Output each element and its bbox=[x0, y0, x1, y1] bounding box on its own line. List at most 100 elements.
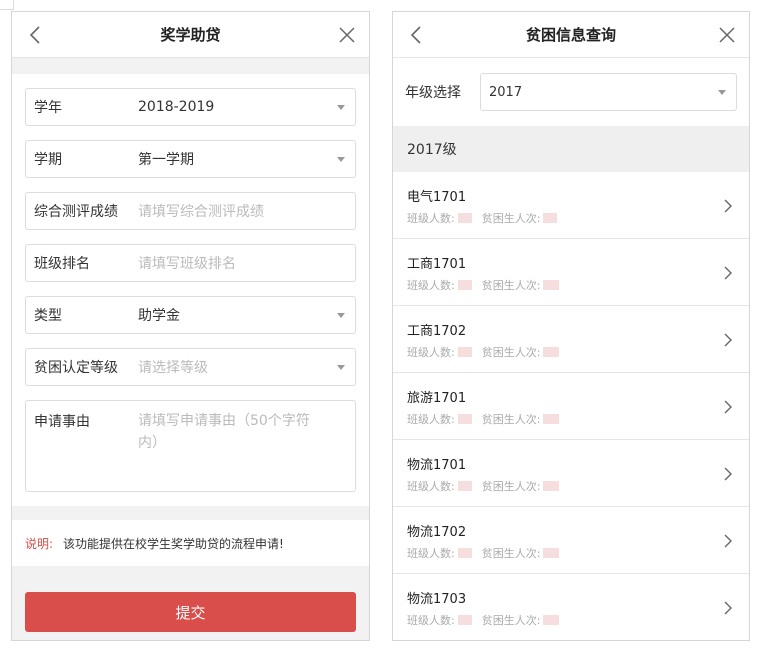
field-label: 班级排名 bbox=[34, 256, 90, 272]
class-name: 物流1701 bbox=[407, 458, 467, 473]
class-name: 工商1701 bbox=[407, 257, 467, 272]
close-icon[interactable] bbox=[717, 25, 737, 45]
class-meta: 班级人数: 贫困生人次: bbox=[407, 344, 749, 360]
grade-filter: 年级选择 2017 bbox=[393, 58, 749, 126]
class-count-label: 班级人数: bbox=[407, 212, 455, 225]
reason-textarea[interactable]: 申请事由 请填写申请事由（50个字符内） bbox=[25, 400, 356, 492]
list-item[interactable]: 旅游1701 班级人数: 贫困生人次: bbox=[393, 373, 749, 440]
poor-count-label: 贫困生人次: bbox=[481, 480, 541, 493]
redacted-value bbox=[457, 548, 472, 558]
type-select[interactable]: 类型 助学金 bbox=[25, 296, 356, 334]
chevron-down-icon bbox=[337, 313, 345, 318]
class-rank-input[interactable]: 班级排名 请填写班级排名 bbox=[25, 244, 356, 282]
list-item[interactable]: 工商1702 班级人数: 贫困生人次: bbox=[393, 306, 749, 373]
class-count-label: 班级人数: bbox=[407, 480, 455, 493]
submit-button[interactable]: 提交 bbox=[25, 592, 356, 632]
poor-count-label: 贫困生人次: bbox=[481, 614, 541, 627]
list-item[interactable]: 物流1701 班级人数: 贫困生人次: bbox=[393, 440, 749, 507]
class-count-label: 班级人数: bbox=[407, 614, 455, 627]
semester-select[interactable]: 学期 第一学期 bbox=[25, 140, 356, 178]
class-meta: 班级人数: 贫困生人次: bbox=[407, 612, 749, 628]
poor-count-label: 贫困生人次: bbox=[481, 346, 541, 359]
redacted-value bbox=[543, 481, 560, 491]
field-placeholder: 请填写班级排名 bbox=[138, 256, 236, 272]
grade-select[interactable]: 2017 bbox=[480, 73, 737, 111]
poverty-level-select[interactable]: 贫困认定等级 请选择等级 bbox=[25, 348, 356, 386]
poor-count-label: 贫困生人次: bbox=[481, 547, 541, 560]
field-label: 申请事由 bbox=[34, 414, 90, 430]
poor-count-label: 贫困生人次: bbox=[481, 212, 541, 225]
field-label: 综合测评成绩 bbox=[34, 204, 118, 220]
list-item[interactable]: 电气1701 班级人数: 贫困生人次: bbox=[393, 172, 749, 239]
chevron-right-icon bbox=[724, 266, 732, 280]
back-icon[interactable] bbox=[26, 25, 46, 45]
class-name: 物流1703 bbox=[407, 592, 467, 607]
nav-bar: 奖学助贷 bbox=[12, 12, 369, 58]
redacted-value bbox=[543, 280, 560, 290]
back-icon[interactable] bbox=[407, 25, 427, 45]
section-divider bbox=[12, 58, 369, 74]
field-label: 学期 bbox=[34, 152, 62, 168]
class-count-label: 班级人数: bbox=[407, 547, 455, 560]
chevron-down-icon bbox=[337, 365, 345, 370]
close-icon[interactable] bbox=[337, 25, 357, 45]
chevron-right-icon bbox=[724, 467, 732, 481]
chevron-down-icon bbox=[337, 105, 345, 110]
application-form: 学年 2018-2019 学期 第一学期 综合测评成绩 请填写综合测评成绩 班级… bbox=[12, 88, 369, 492]
class-meta: 班级人数: 贫困生人次: bbox=[407, 277, 749, 293]
nav-bar: 贫困信息查询 bbox=[393, 12, 749, 58]
section-divider bbox=[12, 506, 369, 520]
class-meta: 班级人数: 贫困生人次: bbox=[407, 411, 749, 427]
page-title: 奖学助贷 bbox=[160, 26, 221, 44]
class-meta: 班级人数: 贫困生人次: bbox=[407, 545, 749, 561]
page-title: 贫困信息查询 bbox=[525, 26, 616, 44]
field-value: 第一学期 bbox=[138, 152, 194, 168]
chevron-down-icon bbox=[337, 157, 345, 162]
redacted-value bbox=[543, 548, 560, 558]
footer-area: 提交 bbox=[12, 566, 369, 640]
chevron-down-icon bbox=[718, 90, 726, 95]
field-value: 2018-2019 bbox=[138, 99, 215, 115]
list-item[interactable]: 物流1702 班级人数: 贫困生人次: bbox=[393, 507, 749, 574]
poverty-query-screen: 贫困信息查询 年级选择 2017 2017级 电气1701 班级人数: 贫困生人… bbox=[392, 11, 750, 641]
class-count-label: 班级人数: bbox=[407, 346, 455, 359]
list-item[interactable]: 工商1701 班级人数: 贫困生人次: bbox=[393, 239, 749, 306]
class-name: 工商1702 bbox=[407, 324, 467, 339]
class-count-label: 班级人数: bbox=[407, 413, 455, 426]
redacted-value bbox=[543, 414, 560, 424]
field-label: 贫困认定等级 bbox=[34, 360, 118, 376]
chevron-right-icon bbox=[724, 534, 732, 548]
school-year-select[interactable]: 学年 2018-2019 bbox=[25, 88, 356, 126]
field-placeholder: 请填写综合测评成绩 bbox=[138, 204, 264, 220]
list-item[interactable]: 物流1703 班级人数: 贫困生人次: bbox=[393, 574, 749, 640]
redacted-value bbox=[457, 615, 472, 625]
poor-count-label: 贫困生人次: bbox=[481, 413, 541, 426]
class-meta: 班级人数: 贫困生人次: bbox=[407, 210, 749, 226]
grade-label: 年级选择 bbox=[405, 85, 461, 101]
chevron-right-icon bbox=[724, 333, 732, 347]
chevron-right-icon bbox=[724, 199, 732, 213]
notice-key: 说明: bbox=[25, 536, 54, 551]
field-placeholder: 请选择等级 bbox=[138, 360, 208, 376]
field-placeholder: 请填写申请事由（50个字符内） bbox=[138, 413, 310, 451]
field-value: 助学金 bbox=[138, 308, 180, 324]
chevron-right-icon bbox=[724, 400, 732, 414]
redacted-value bbox=[457, 481, 472, 491]
grade-value: 2017 bbox=[489, 84, 523, 100]
scholarship-screen: 奖学助贷 学年 2018-2019 学期 第一学期 综合测评成绩 请填写综合测评… bbox=[11, 11, 370, 641]
redacted-value bbox=[543, 213, 558, 223]
poor-count-label: 贫困生人次: bbox=[481, 279, 541, 292]
group-header: 2017级 bbox=[393, 126, 749, 172]
redacted-value bbox=[543, 615, 560, 625]
field-label: 类型 bbox=[34, 308, 62, 324]
redacted-value bbox=[457, 347, 472, 357]
class-name: 物流1702 bbox=[407, 525, 467, 540]
redacted-value bbox=[457, 414, 472, 424]
redacted-value bbox=[457, 280, 472, 290]
redacted-value bbox=[457, 213, 472, 223]
class-meta: 班级人数: 贫困生人次: bbox=[407, 478, 749, 494]
corner-mark bbox=[0, 0, 14, 10]
comprehensive-score-input[interactable]: 综合测评成绩 请填写综合测评成绩 bbox=[25, 192, 356, 230]
notice: 说明: 该功能提供在校学生奖学助贷的流程申请! bbox=[12, 520, 369, 566]
field-label: 学年 bbox=[34, 100, 62, 116]
